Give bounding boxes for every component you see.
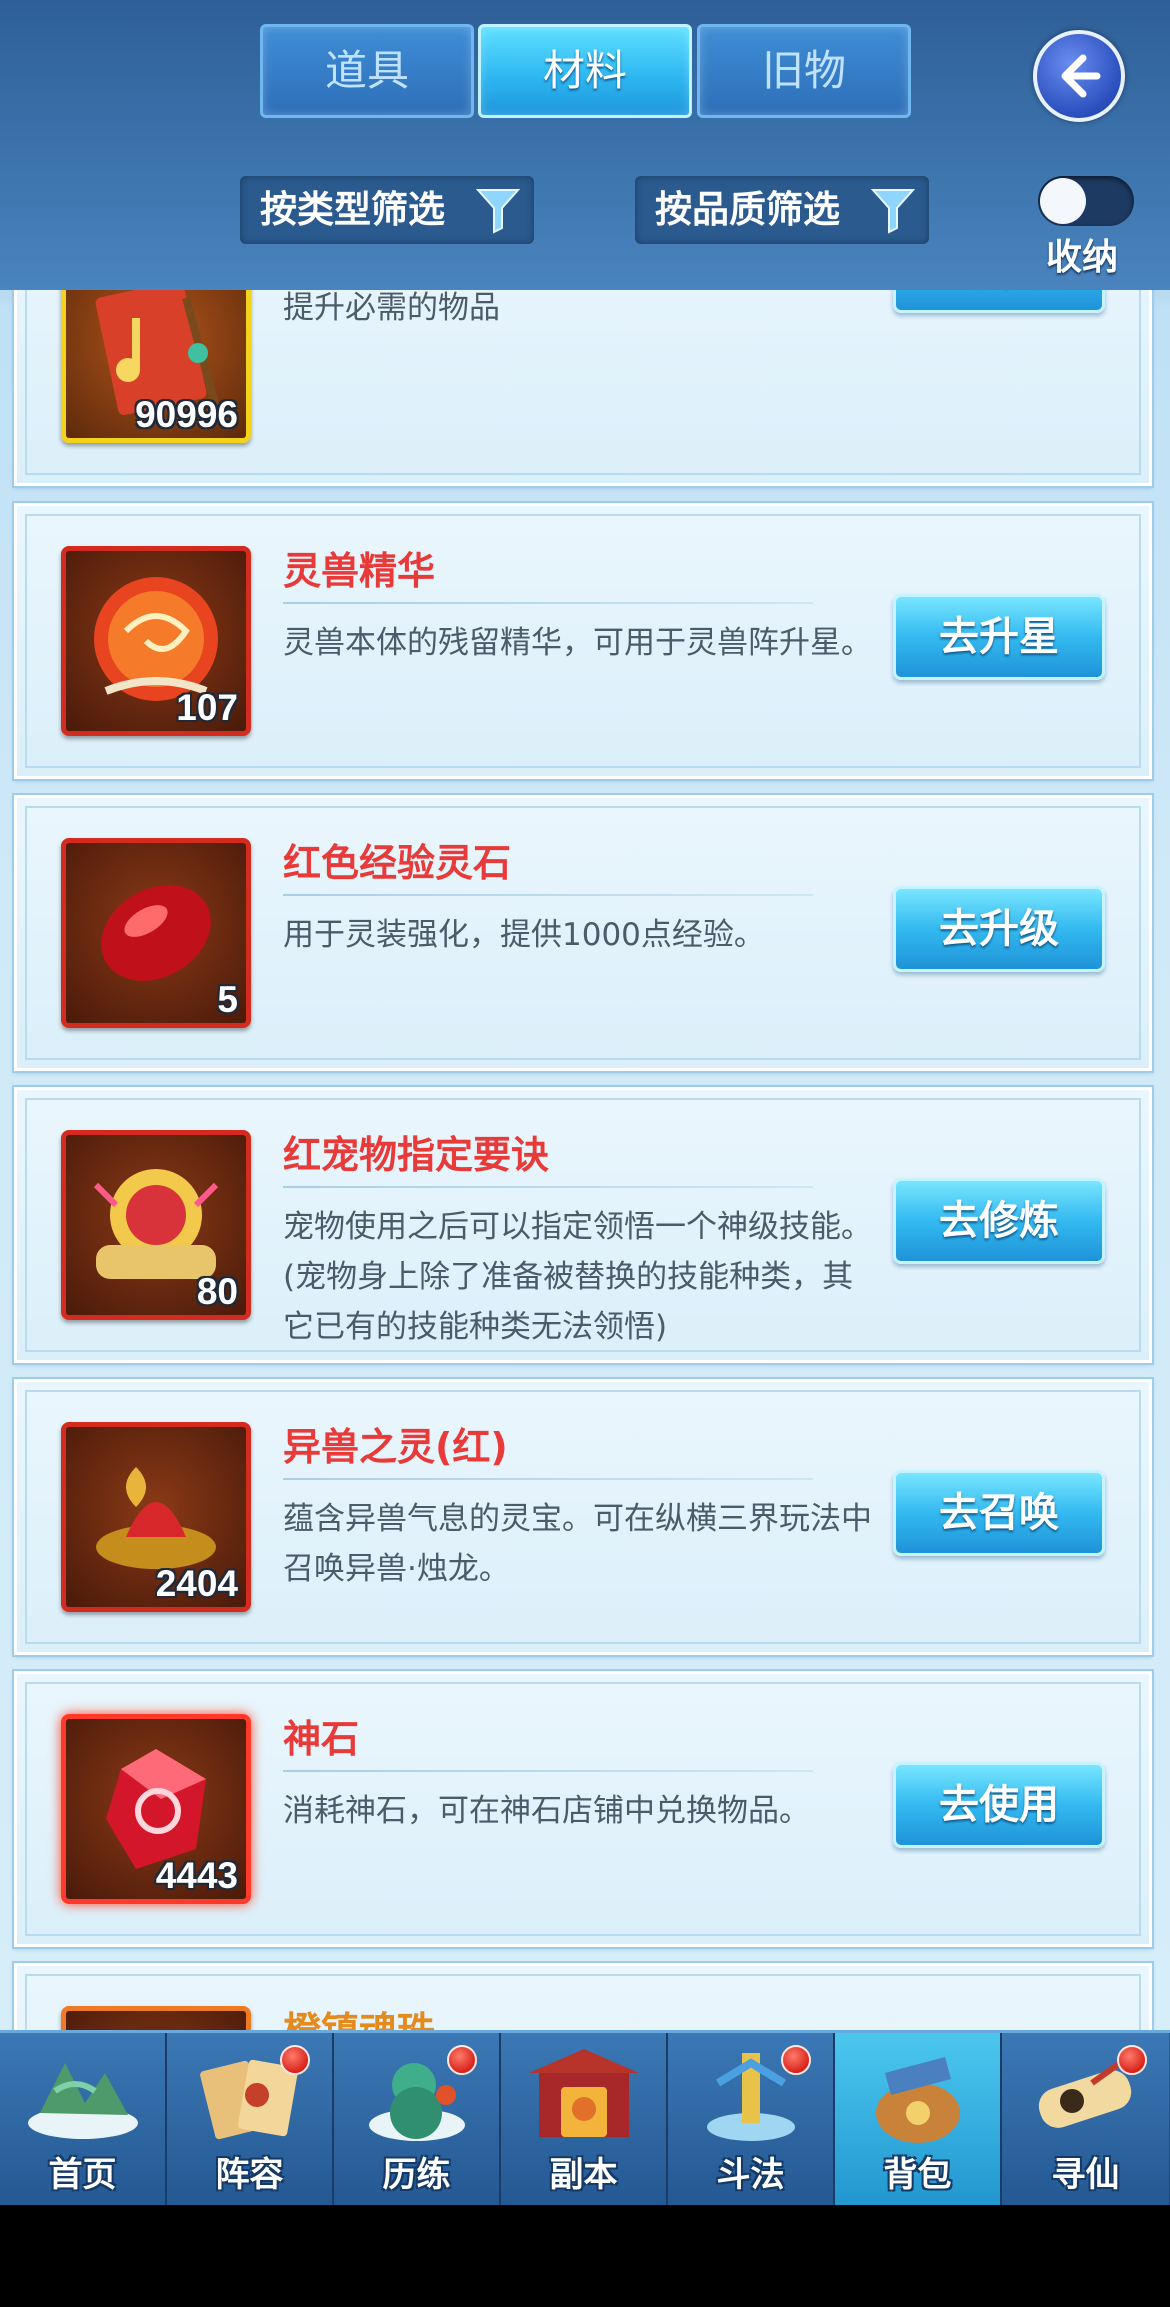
item-description: 消耗神石，可在神石店铺中兑换物品。	[283, 1793, 810, 1829]
back-button[interactable]	[1033, 30, 1125, 122]
beast-spirit-icon: 2404	[61, 1422, 251, 1612]
nav-seek-immortal[interactable]: 寻仙	[1002, 2033, 1169, 2205]
nav-lineup[interactable]: 阵容	[167, 2033, 334, 2205]
item-name: 神石	[283, 1717, 360, 1761]
divider	[283, 1478, 813, 1480]
funnel-icon	[476, 189, 520, 234]
item-count: 5	[217, 979, 238, 1020]
item-description: 灵兽本体的残留精华，可用于灵兽阵升星。	[283, 625, 872, 661]
divider	[283, 602, 813, 604]
divider	[283, 894, 813, 896]
item-count: 107	[176, 687, 238, 728]
list-item: 2404 异兽之灵(红) 蕴含异兽气息的灵宝。可在纵横三界玩法中召唤异兽·烛龙。…	[12, 1377, 1154, 1657]
list-item: 橙镇魂珠	[12, 1961, 1154, 2030]
item-count: 80	[196, 1271, 238, 1312]
collapse-toggle-label: 收纳	[1046, 237, 1119, 278]
item-description: 用于演奏八音乐器的通用乐谱，是八音等级提升必需的物品	[283, 290, 500, 326]
inventory-screen: 道具 材料 旧物 按类型筛选 按品质筛选 收纳 90996 提升必需的物品 10…	[0, 0, 1170, 2205]
collapse-toggle[interactable]	[1038, 176, 1134, 226]
filter-by-quality-label: 按品质筛选	[655, 188, 840, 231]
nav-battle[interactable]: 斗法	[668, 2033, 835, 2205]
nav-label: 背包	[883, 2155, 952, 2195]
list-item: 4443 神石 消耗神石，可在神石店铺中兑换物品。 去使用	[12, 1669, 1154, 1949]
item-count: 4443	[155, 1855, 238, 1896]
nav-training[interactable]: 历练	[334, 2033, 501, 2205]
divider	[283, 1186, 813, 1188]
nav-label: 副本	[549, 2155, 618, 2195]
red-exp-stone-icon: 5	[61, 838, 251, 1028]
divider	[283, 1770, 813, 1772]
upgrade-button[interactable]: 去升级	[893, 290, 1105, 313]
nav-label: 寻仙	[1051, 2155, 1120, 2195]
item-description: 宠物使用之后可以指定领悟一个神级技能。(宠物身上除了准备被替换的技能种类，其它已…	[283, 1209, 872, 1345]
bottom-black-bar	[0, 2205, 1170, 2307]
nav-label: 历练	[382, 2155, 451, 2195]
bag-icon	[876, 2057, 960, 2143]
music-score-icon: 90996	[61, 290, 251, 443]
item-name: 橙镇魂珠	[283, 2000, 435, 2030]
cultivate-button[interactable]: 去修炼	[893, 1178, 1105, 1264]
nav-dungeon[interactable]: 副本	[501, 2033, 668, 2205]
item-name: 红色经验灵石	[283, 841, 512, 885]
item-name: 灵兽精华	[283, 549, 436, 593]
notification-dot	[1117, 2045, 1147, 2075]
temple-gate-icon	[529, 2049, 639, 2137]
item-list[interactable]: 90996 用于演奏八音乐器的通用乐谱，是八音等级提升必需的物品 去升级 107…	[0, 290, 1170, 2030]
list-item: 90996 用于演奏八音乐器的通用乐谱，是八音等级提升必需的物品 去升级	[12, 290, 1154, 488]
item-description: 用于灵装强化，提供1000点经验。	[283, 917, 765, 953]
nav-label: 斗法	[716, 2155, 785, 2195]
item-description: 蕴含异兽气息的灵宝。可在纵横三界玩法中召唤异兽·烛龙。	[283, 1501, 872, 1587]
notification-dot	[280, 2045, 310, 2075]
header: 道具 材料 旧物 按类型筛选 按品质筛选 收纳	[0, 0, 1170, 290]
divine-stone-icon: 4443	[61, 1714, 251, 1904]
summon-button[interactable]: 去召唤	[893, 1470, 1105, 1556]
tab-old-items[interactable]: 旧物	[697, 24, 911, 118]
list-item: 80 红宠物指定要诀 宠物使用之后可以指定领悟一个神级技能。(宠物身上除了准备被…	[12, 1085, 1154, 1365]
beast-essence-orb-icon: 107	[61, 546, 251, 736]
nav-label: 阵容	[215, 2155, 284, 2195]
nav-bag[interactable]: 背包	[835, 2033, 1002, 2205]
pet-skill-scroll-icon: 80	[61, 1130, 251, 1320]
soul-pearl-icon	[61, 2006, 251, 2030]
nav-label: 首页	[48, 2155, 117, 2195]
tab-materials[interactable]: 材料	[478, 24, 692, 118]
use-button[interactable]: 去使用	[893, 1762, 1105, 1848]
list-item: 107 灵兽精华 灵兽本体的残留精华，可用于灵兽阵升星。 去升星	[12, 501, 1154, 781]
bottom-nav: 首页 阵容 历练 副本 斗法 背包 寻仙	[0, 2030, 1170, 2205]
tab-items[interactable]: 道具	[260, 24, 474, 118]
item-name: 红宠物指定要诀	[283, 1133, 550, 1177]
item-name: 异兽之灵(红)	[283, 1425, 508, 1469]
notification-dot	[447, 2045, 477, 2075]
item-count: 90996	[135, 394, 238, 435]
filter-by-type-label: 按类型筛选	[260, 188, 445, 231]
nav-home[interactable]: 首页	[0, 2033, 167, 2205]
upgrade-button[interactable]: 去升级	[893, 886, 1105, 972]
back-arrow-icon	[1061, 54, 1101, 98]
funnel-icon	[871, 189, 915, 234]
floating-island-icon	[28, 2063, 138, 2139]
notification-dot	[781, 2045, 811, 2075]
filter-by-type-button[interactable]: 按类型筛选	[240, 176, 534, 244]
filter-by-quality-button[interactable]: 按品质筛选	[635, 176, 929, 244]
toggle-knob	[1040, 178, 1086, 224]
item-count: 2404	[155, 1563, 238, 1604]
list-item: 5 红色经验灵石 用于灵装强化，提供1000点经验。 去升级	[12, 793, 1154, 1073]
star-up-button[interactable]: 去升星	[893, 594, 1105, 680]
